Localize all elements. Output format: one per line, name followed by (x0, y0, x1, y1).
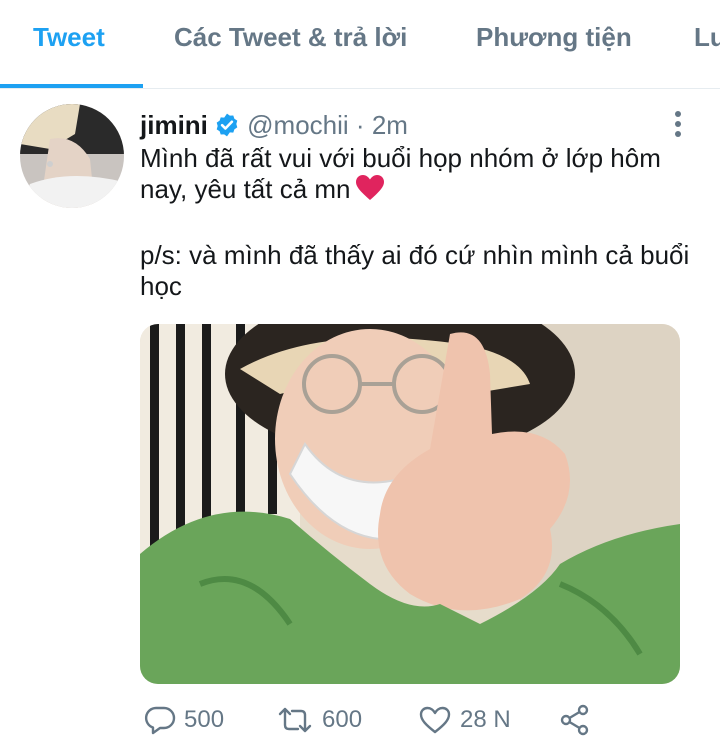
like-button[interactable]: 28 N (418, 700, 511, 740)
tab-tweets-and-replies[interactable]: Các Tweet & trả lời (174, 22, 407, 53)
reply-button[interactable]: 500 (144, 700, 224, 740)
tab-tweets[interactable]: Tweet (33, 22, 105, 53)
profile-tabs: Tweet Các Tweet & trả lời Phương tiện Lư (0, 0, 720, 89)
heart-emoji-icon (355, 174, 385, 209)
active-tab-indicator (0, 84, 143, 88)
header-separator: · (355, 110, 365, 140)
reply-icon (144, 705, 176, 735)
verified-badge-icon (214, 112, 240, 145)
reply-count: 500 (184, 706, 225, 733)
tweet-text: Mình đã rất vui với buổi họp nhóm ở lớp … (140, 143, 700, 302)
like-icon (418, 705, 452, 735)
author-name[interactable]: jimini (140, 110, 208, 140)
tweet-text-line2: p/s: và mình đã thấy ai đó cứ nhìn mình … (140, 240, 690, 301)
retweet-count: 600 (322, 706, 363, 733)
retweet-button[interactable]: 600 (276, 700, 362, 740)
tweet-media-photo[interactable] (140, 324, 680, 684)
share-button[interactable] (558, 700, 592, 740)
avatar-image (20, 104, 124, 208)
share-icon (558, 704, 592, 736)
tweet-text-line1: Mình đã rất vui với buổi họp nhóm ở lớp … (140, 143, 661, 204)
tab-likes[interactable]: Lư (694, 22, 720, 53)
like-count: 28 N (460, 706, 511, 733)
tweet-header: jimini @mochii · 2m (140, 110, 408, 145)
avatar[interactable] (20, 104, 124, 208)
tweet-actions: 500 600 28 N (140, 700, 700, 740)
tab-media[interactable]: Phương tiện (476, 22, 632, 53)
photo-image (140, 324, 680, 684)
retweet-icon (276, 705, 314, 735)
author-handle[interactable]: @mochii (247, 110, 349, 140)
more-vertical-icon[interactable] (664, 108, 692, 140)
tweet-time[interactable]: 2m (372, 110, 408, 140)
